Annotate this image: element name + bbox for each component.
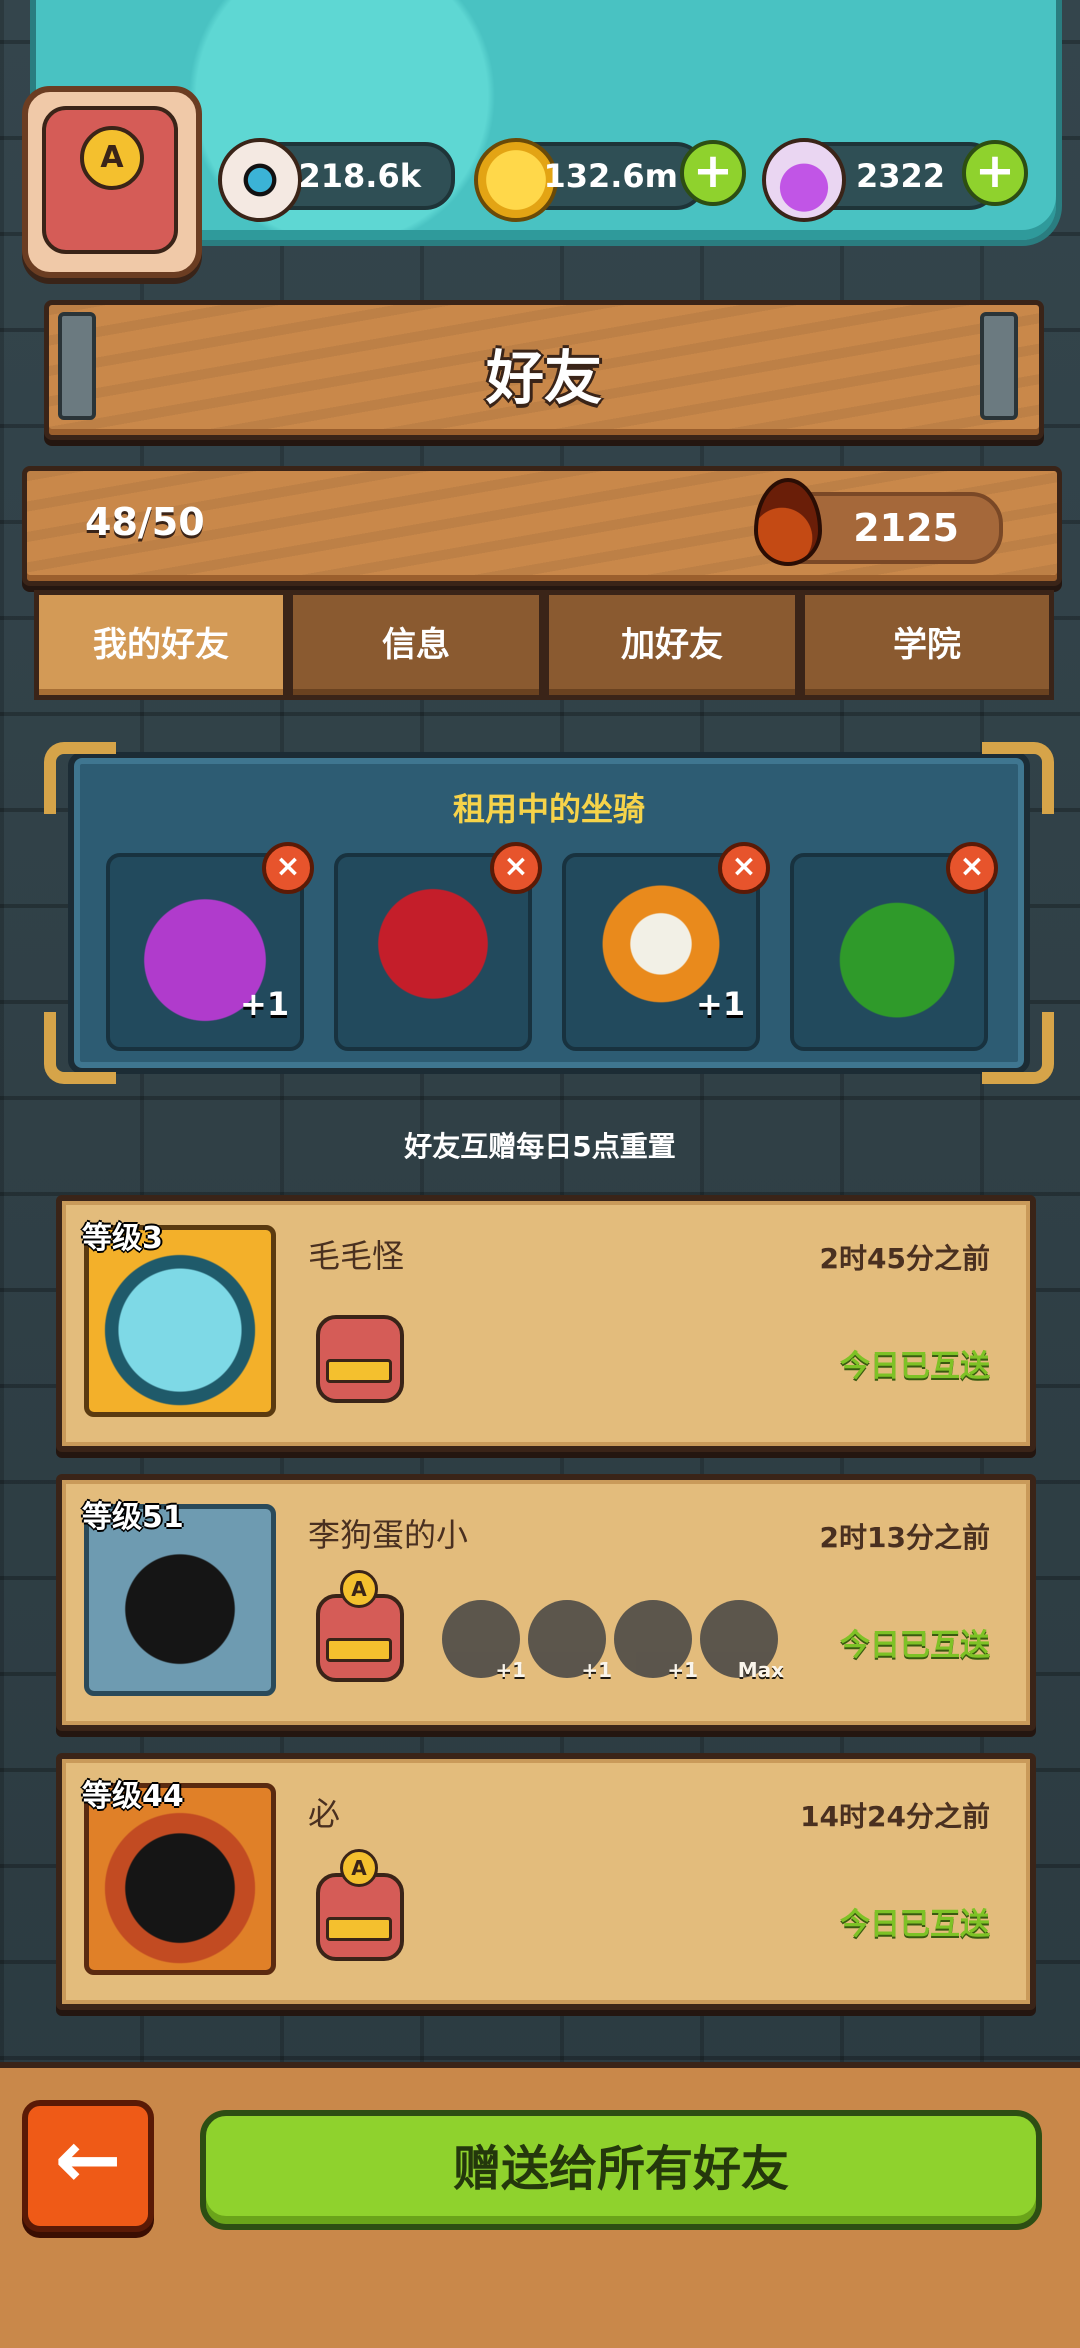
friend-hat-badge: A	[308, 1566, 404, 1686]
friend-hat-badge: A	[308, 1845, 404, 1965]
mount-level: +1	[495, 1658, 526, 1682]
eyeball-counter: 218.6k	[218, 138, 455, 222]
christmas-tree-mount-icon	[808, 871, 970, 1033]
back-button[interactable]: ←	[22, 2100, 154, 2232]
gift-all-friends-button[interactable]: 赠送给所有好友	[200, 2110, 1042, 2230]
gift-status: 今日已互送	[840, 1349, 990, 1384]
friend-hat-badge	[308, 1287, 404, 1407]
tab-add-friend[interactable]: 加好友	[544, 590, 800, 700]
arrow-left-icon: ←	[54, 2113, 122, 2206]
potion-value: 2322	[855, 157, 945, 195]
friend-mount-rose-icon: +1	[528, 1600, 612, 1682]
blood-drop-icon	[754, 478, 822, 566]
friend-level: 等级44	[82, 1779, 184, 1814]
mount-bonus: +1	[696, 985, 746, 1023]
badge-letter: A	[340, 1570, 378, 1608]
player-avatar[interactable]: A	[22, 86, 202, 278]
friend-name: 李狗蛋的小	[308, 1516, 469, 1554]
tab-academy[interactable]: 学院	[800, 590, 1054, 700]
gift-status: 今日已互送	[840, 1907, 990, 1942]
page-title: 好友	[485, 344, 602, 412]
badge-letter: A	[340, 1849, 378, 1887]
tab-my-friends[interactable]: 我的好友	[34, 590, 288, 700]
teeth-icon	[326, 1917, 392, 1941]
friend-row[interactable]: 等级44 必 14时24分之前 A 今日已互送	[56, 1753, 1036, 2010]
friend-name: 毛毛怪	[308, 1237, 405, 1275]
friend-mount-tree-icon: Max	[700, 1600, 784, 1682]
friend-row[interactable]: 等级3 毛毛怪 2时45分之前 今日已互送	[56, 1195, 1036, 1452]
friend-mount-lion-icon: +1	[442, 1600, 526, 1682]
friend-name: 必	[308, 1795, 341, 1833]
teeth-icon	[326, 1638, 392, 1662]
mount-level: +1	[581, 1658, 612, 1682]
add-coin-button[interactable]: +	[680, 140, 746, 206]
coin-counter: 132.6m	[474, 138, 706, 222]
friend-count: 48/50	[85, 500, 205, 544]
reset-note: 好友互赠每日5点重置	[404, 1130, 676, 1163]
add-potion-button[interactable]: +	[962, 140, 1028, 206]
friend-mount-demon-icon: +1	[614, 1600, 698, 1682]
potion-icon	[762, 138, 846, 222]
drop-value: 2125	[853, 506, 959, 550]
panel-corner	[982, 1012, 1054, 1084]
mount-level: +1	[667, 1658, 698, 1682]
mount-level: Max	[737, 1658, 784, 1682]
friend-level: 等级51	[82, 1500, 184, 1535]
friend-last-seen: 14时24分之前	[800, 1800, 990, 1833]
remove-mount-button[interactable]: ×	[262, 842, 314, 894]
eyeball-icon	[218, 138, 302, 222]
friend-last-seen: 2时13分之前	[819, 1521, 990, 1554]
mount-bonus: +1	[240, 985, 290, 1023]
avatar-badge: A	[80, 126, 144, 190]
drop-counter: 2125	[754, 478, 1003, 566]
friend-level: 等级3	[82, 1221, 163, 1256]
rented-mounts-panel: 租用中的坐骑 +1 × × +1 × ×	[44, 742, 1054, 1084]
eyeball-value: 218.6k	[298, 157, 422, 195]
remove-mount-button[interactable]: ×	[718, 842, 770, 894]
teeth-icon	[326, 1359, 392, 1383]
gift-status: 今日已互送	[840, 1628, 990, 1663]
remove-mount-button[interactable]: ×	[946, 842, 998, 894]
tab-messages[interactable]: 信息	[288, 590, 544, 700]
right-bracket	[980, 312, 1018, 420]
rented-mounts-title: 租用中的坐骑	[452, 790, 645, 828]
red-rose-mount-icon	[352, 871, 514, 1033]
friend-row[interactable]: 等级51 李狗蛋的小 2时13分之前 A +1 +1 +1 Max 今日已互送	[56, 1474, 1036, 1731]
coin-value: 132.6m	[543, 157, 678, 195]
friend-last-seen: 2时45分之前	[819, 1242, 990, 1275]
left-bracket	[58, 312, 96, 420]
remove-mount-button[interactable]: ×	[490, 842, 542, 894]
title-plank: 好友	[44, 300, 1044, 440]
